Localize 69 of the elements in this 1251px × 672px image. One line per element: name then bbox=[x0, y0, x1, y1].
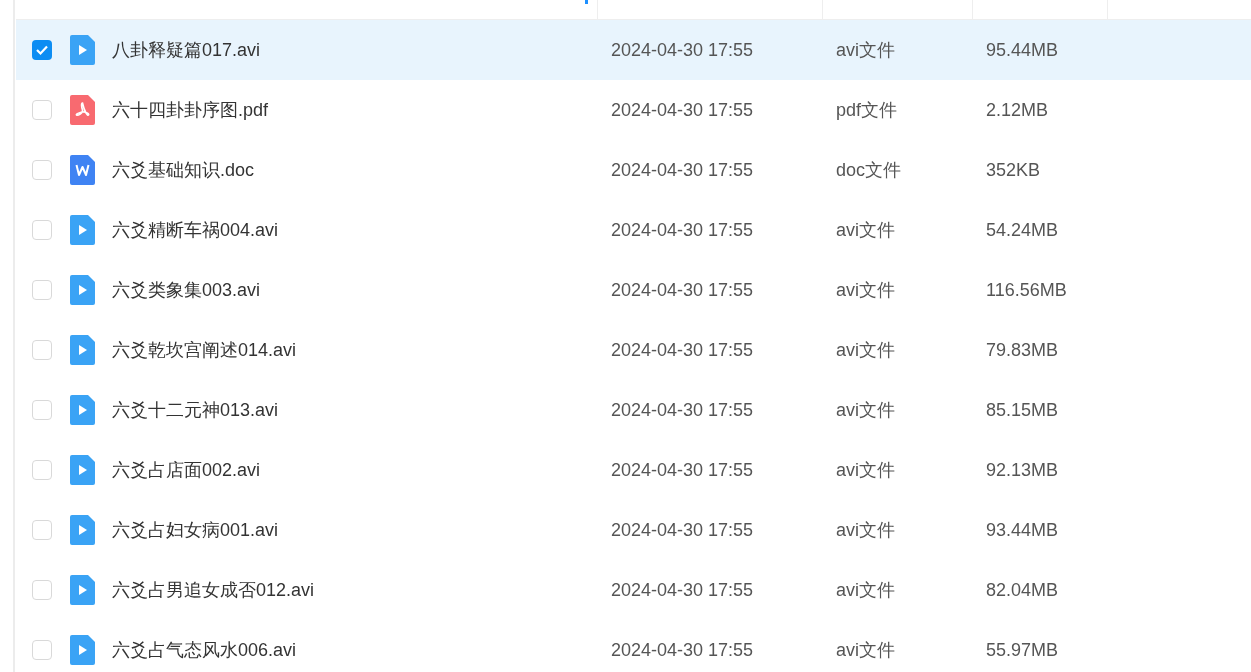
video-file-icon bbox=[70, 455, 95, 485]
modified-time: 2024-04-30 17:55 bbox=[611, 219, 754, 241]
file-size: 116.56MB bbox=[986, 279, 1067, 301]
file-name: 六爻占妇女病001.avi bbox=[112, 519, 279, 542]
file-type: avi文件 bbox=[836, 219, 895, 242]
video-file-icon bbox=[70, 575, 95, 605]
file-name: 八卦释疑篇017.avi bbox=[112, 39, 261, 62]
file-size: 92.13MB bbox=[986, 459, 1059, 481]
checkmark-icon bbox=[35, 43, 49, 57]
video-file-icon bbox=[70, 635, 95, 665]
file-type: avi文件 bbox=[836, 399, 895, 422]
file-size: 55.97MB bbox=[986, 639, 1059, 661]
checkbox[interactable] bbox=[32, 400, 52, 420]
video-file-icon bbox=[70, 35, 95, 65]
sort-indicator-icon bbox=[585, 0, 588, 4]
file-type: pdf文件 bbox=[836, 99, 898, 122]
file-name: 六爻占男追女成否012.avi bbox=[112, 579, 315, 602]
modified-time: 2024-04-30 17:55 bbox=[611, 339, 754, 361]
checkbox[interactable] bbox=[32, 220, 52, 240]
pdf-file-icon bbox=[70, 95, 95, 125]
file-type: avi文件 bbox=[836, 579, 895, 602]
file-size: 2.12MB bbox=[986, 99, 1049, 121]
checkbox[interactable] bbox=[32, 460, 52, 480]
checkbox[interactable] bbox=[32, 40, 52, 60]
file-name: 六爻乾坎宫阐述014.avi bbox=[112, 339, 297, 362]
file-type: avi文件 bbox=[836, 339, 895, 362]
file-name: 六爻精断车祸004.avi bbox=[112, 219, 279, 242]
file-name: 六十四卦卦序图.pdf bbox=[112, 99, 269, 122]
modified-time: 2024-04-30 17:55 bbox=[611, 39, 754, 61]
checkbox[interactable] bbox=[32, 280, 52, 300]
modified-time: 2024-04-30 17:55 bbox=[611, 579, 754, 601]
video-file-icon bbox=[70, 515, 95, 545]
file-size: 85.15MB bbox=[986, 399, 1059, 421]
file-size: 82.04MB bbox=[986, 579, 1059, 601]
file-type: avi文件 bbox=[836, 519, 895, 542]
checkbox[interactable] bbox=[32, 640, 52, 660]
file-name: 六爻十二元神013.avi bbox=[112, 399, 279, 422]
file-type: avi文件 bbox=[836, 459, 895, 482]
modified-time: 2024-04-30 17:55 bbox=[611, 459, 754, 481]
video-file-icon bbox=[70, 335, 95, 365]
checkbox[interactable] bbox=[32, 340, 52, 360]
file-size: 352KB bbox=[986, 159, 1041, 181]
file-type: doc文件 bbox=[836, 159, 902, 182]
file-type: avi文件 bbox=[836, 39, 895, 62]
video-file-icon bbox=[70, 215, 95, 245]
file-size: 54.24MB bbox=[986, 219, 1059, 241]
file-size: 79.83MB bbox=[986, 339, 1059, 361]
video-file-icon bbox=[70, 275, 95, 305]
modified-time: 2024-04-30 17:55 bbox=[611, 399, 754, 421]
modified-time: 2024-04-30 17:55 bbox=[611, 99, 754, 121]
checkbox[interactable] bbox=[32, 100, 52, 120]
video-file-icon bbox=[70, 395, 95, 425]
file-size: 95.44MB bbox=[986, 39, 1059, 61]
file-name: 六爻类象集003.avi bbox=[112, 279, 261, 302]
modified-time: 2024-04-30 17:55 bbox=[611, 639, 754, 661]
modified-time: 2024-04-30 17:55 bbox=[611, 159, 754, 181]
checkbox[interactable] bbox=[32, 520, 52, 540]
file-type: avi文件 bbox=[836, 279, 895, 302]
checkbox[interactable] bbox=[32, 160, 52, 180]
modified-time: 2024-04-30 17:55 bbox=[611, 279, 754, 301]
file-size: 93.44MB bbox=[986, 519, 1059, 541]
file-name: 六爻占店面002.avi bbox=[112, 459, 261, 482]
file-type: avi文件 bbox=[836, 639, 895, 662]
file-name: 六爻占气态风水006.avi bbox=[112, 639, 297, 662]
word-file-icon bbox=[70, 155, 95, 185]
file-name: 六爻基础知识.doc bbox=[112, 159, 255, 182]
checkbox[interactable] bbox=[32, 580, 52, 600]
file-row[interactable]: 八卦释疑篇017.avi 2024-04-30 17:55 avi文件 95.44MB bbox=[16, 20, 1251, 80]
modified-time: 2024-04-30 17:55 bbox=[611, 519, 754, 541]
